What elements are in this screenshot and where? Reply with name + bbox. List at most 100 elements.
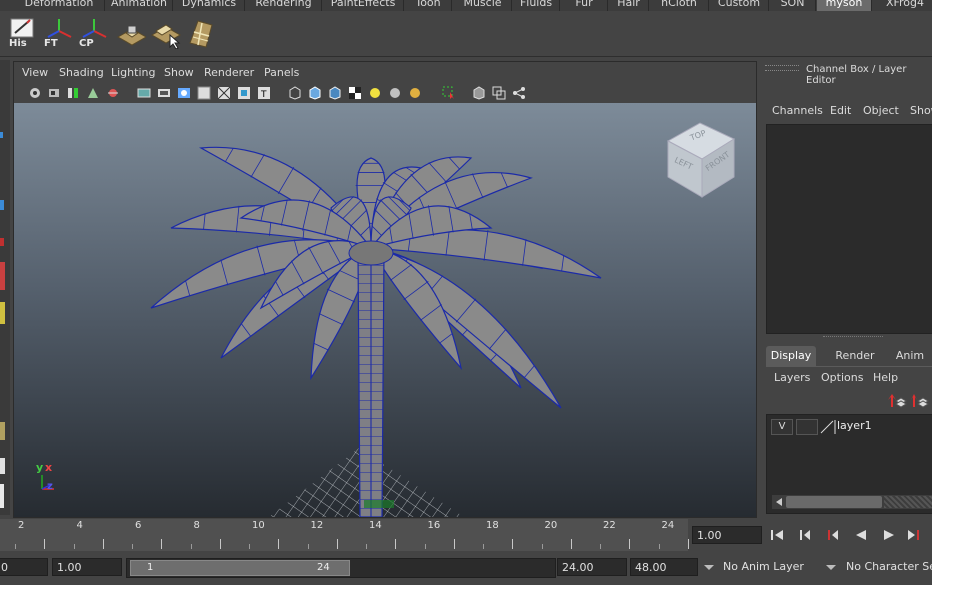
resolution-gate-icon[interactable]: [177, 86, 191, 100]
shelf-tab-muscle[interactable]: Muscle: [454, 0, 512, 11]
view-cube[interactable]: TOP LEFT FRONT: [662, 119, 742, 199]
menu-edit[interactable]: Edit: [830, 104, 851, 117]
safe-title-icon[interactable]: T: [257, 86, 271, 100]
shelf-tab-painteffects[interactable]: PaintEffects: [323, 0, 404, 11]
xray-components-icon[interactable]: [512, 86, 526, 100]
perspective-viewport[interactable]: TOP LEFT FRONT y x z: [14, 103, 756, 517]
menu-view[interactable]: View: [22, 66, 48, 79]
isolate-select-icon[interactable]: [442, 86, 456, 100]
tab-display[interactable]: Display: [766, 346, 816, 366]
image-plane-icon[interactable]: [86, 86, 100, 100]
menu-panels[interactable]: Panels: [264, 66, 299, 79]
playback-start-field[interactable]: 1.00: [52, 558, 122, 576]
shelf-tab-toon[interactable]: Toon: [405, 0, 452, 11]
shelf-tab-fur[interactable]: Fur: [561, 0, 608, 11]
go-to-start-icon[interactable]: [769, 527, 787, 543]
lighting-default-icon[interactable]: [368, 86, 382, 100]
tab-render[interactable]: Render: [830, 346, 880, 366]
layer-scrollbar[interactable]: [772, 495, 932, 509]
range-slider-handle[interactable]: 1 24: [130, 560, 350, 576]
animation-start-field[interactable]: 0: [0, 558, 48, 576]
camera-select-icon[interactable]: [28, 86, 42, 100]
safe-action-icon[interactable]: [237, 86, 251, 100]
shelf-tab-fluids[interactable]: Fluids: [513, 0, 560, 11]
shelf-tab-xfrog4[interactable]: XFrog4: [873, 0, 932, 11]
step-back-key-icon[interactable]: [796, 527, 814, 543]
shelf-tab-rendering[interactable]: Rendering: [246, 0, 322, 11]
history-shelf-button[interactable]: His: [9, 17, 39, 49]
box-plane-shelf-button[interactable]: [116, 17, 148, 49]
layer-type-toggle[interactable]: [796, 419, 818, 435]
playback-end-field[interactable]: 24.00: [557, 558, 627, 576]
wireframe-on-shaded-icon[interactable]: [328, 86, 342, 100]
tool-manipulator-icon[interactable]: [0, 422, 5, 440]
tool-lasso-icon[interactable]: [0, 200, 4, 210]
step-back-frame-icon[interactable]: [824, 527, 842, 543]
textured-icon[interactable]: [348, 86, 362, 100]
menu-layers[interactable]: Layers: [774, 371, 810, 384]
layer-color-swatch[interactable]: [819, 419, 837, 435]
tool-select-icon[interactable]: [0, 132, 3, 138]
animation-end-field[interactable]: 48.00: [630, 558, 698, 576]
character-set-selector[interactable]: No Character Set: [842, 558, 932, 576]
shelf-tab-custom[interactable]: Custom: [710, 0, 769, 11]
center-pivot-shelf-button[interactable]: CP: [79, 17, 109, 49]
layer-visibility-toggle[interactable]: V: [771, 419, 793, 435]
tool-layout-icon[interactable]: [0, 458, 5, 474]
tool-layout-icon-2[interactable]: [0, 484, 4, 508]
bookmark-icon[interactable]: [66, 86, 80, 100]
anim-layer-dropdown-icon[interactable]: [704, 565, 714, 570]
layer-row[interactable]: V layer1: [771, 419, 931, 435]
scroll-left-arrow-icon[interactable]: [774, 497, 784, 507]
step-forward-frame-icon[interactable]: [906, 527, 924, 543]
title-grip[interactable]: [765, 65, 799, 71]
tab-anim[interactable]: Anim: [888, 346, 932, 366]
menu-options[interactable]: Options: [821, 371, 863, 384]
shelf-tab-deformation[interactable]: Deformation: [14, 0, 105, 11]
new-layer-icon[interactable]: [910, 393, 930, 409]
scrollbar-thumb[interactable]: [786, 496, 882, 508]
layer-name[interactable]: layer1: [837, 419, 872, 432]
menu-show-channels[interactable]: Show: [910, 104, 932, 117]
camera-attributes-icon[interactable]: [47, 86, 61, 100]
play-forward-icon[interactable]: [880, 527, 898, 543]
two-d-pan-zoom-icon[interactable]: [106, 86, 120, 100]
field-chart-icon[interactable]: [217, 86, 231, 100]
tool-move-icon[interactable]: [0, 238, 4, 246]
menu-shading[interactable]: Shading: [59, 66, 104, 79]
new-layer-from-selected-icon[interactable]: [887, 393, 907, 409]
current-frame-field[interactable]: 1.00: [692, 526, 762, 544]
grid-toggle-icon[interactable]: [137, 86, 151, 100]
menu-help[interactable]: Help: [873, 371, 898, 384]
lighting-all-icon[interactable]: [388, 86, 402, 100]
shelf-tab-ncloth[interactable]: nCloth: [650, 0, 709, 11]
film-gate-icon[interactable]: [157, 86, 171, 100]
wireframe-cube-icon[interactable]: [288, 86, 302, 100]
gate-mask-icon[interactable]: [197, 86, 211, 100]
xray-joints-icon[interactable]: [492, 86, 506, 100]
menu-channels[interactable]: Channels: [772, 104, 823, 117]
character-set-dropdown-icon[interactable]: [826, 565, 836, 570]
lighting-selected-icon[interactable]: [408, 86, 422, 100]
tool-rotate-icon[interactable]: [0, 262, 5, 290]
channel-list[interactable]: [766, 124, 932, 334]
menu-lighting[interactable]: Lighting: [111, 66, 155, 79]
shelf-tab-animation[interactable]: Animation: [106, 0, 173, 11]
anim-layer-selector[interactable]: No Anim Layer: [719, 558, 819, 576]
play-backward-icon[interactable]: [852, 527, 870, 543]
freeze-transform-shelf-button[interactable]: FT: [44, 17, 74, 49]
tool-scale-icon[interactable]: [0, 302, 5, 324]
splitter-handle[interactable]: [823, 336, 883, 340]
time-ruler[interactable]: 2 4 6 8 10 12 14 16 18 20 22 24: [0, 519, 689, 551]
menu-show[interactable]: Show: [164, 66, 194, 79]
menu-renderer[interactable]: Renderer: [204, 66, 254, 79]
smooth-shade-cube-icon[interactable]: [308, 86, 322, 100]
shelf-tab-myson[interactable]: myson: [817, 0, 872, 11]
xray-icon[interactable]: [472, 86, 486, 100]
shelf-tab-dynamics[interactable]: Dynamics: [174, 0, 245, 11]
plane-select-shelf-button[interactable]: [150, 17, 182, 50]
grid-plane-shelf-button[interactable]: [186, 17, 216, 49]
range-slider-track[interactable]: 1 24: [126, 558, 556, 578]
menu-object[interactable]: Object: [863, 104, 899, 117]
shelf-tab-son[interactable]: SON: [770, 0, 816, 11]
